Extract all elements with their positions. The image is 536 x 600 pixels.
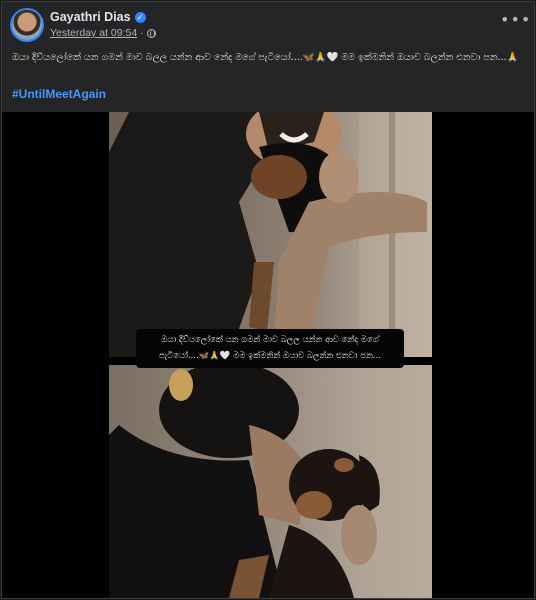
verified-badge-icon: ✓ <box>134 11 146 23</box>
hashtag-link[interactable]: #UntilMeetAgain <box>12 87 106 101</box>
globe-icon <box>146 28 156 38</box>
more-options-icon[interactable]: ••• <box>500 12 530 30</box>
author-avatar[interactable] <box>12 10 42 40</box>
post-header: Gayathri Dias ✓ Yesterday at 09:54 · ••• <box>10 8 530 42</box>
post-photo[interactable]: ඔයා දිව්යලෝකේ යන ගමන් මාව බලල යන්න ආව නේ… <box>109 112 432 598</box>
author-name[interactable]: Gayathri Dias <box>50 10 131 24</box>
post-media[interactable]: ඔයා දිව්යලෝකේ යන ගමන් මාව බලල යන්න ආව නේ… <box>2 112 534 598</box>
post-timestamp[interactable]: Yesterday at 09:54 <box>50 27 137 39</box>
post-caption: ඔයා දිව්යලෝකේ යන ගමන් මාව බලල යන්න ආව නේ… <box>12 52 519 63</box>
post-meta: Yesterday at 09:54 · <box>50 27 156 39</box>
image-text-overlay: ඔයා දිව්යලෝකේ යන ගමන් මාව බලල යන්න ආව නේ… <box>136 329 404 368</box>
author-row: Gayathri Dias ✓ <box>50 10 146 24</box>
meta-separator: · <box>140 27 144 39</box>
photo-woman-kissing-dog <box>109 365 432 598</box>
photo-woman-hugging-dog <box>109 112 432 357</box>
facebook-post: Gayathri Dias ✓ Yesterday at 09:54 · •••… <box>1 1 535 599</box>
